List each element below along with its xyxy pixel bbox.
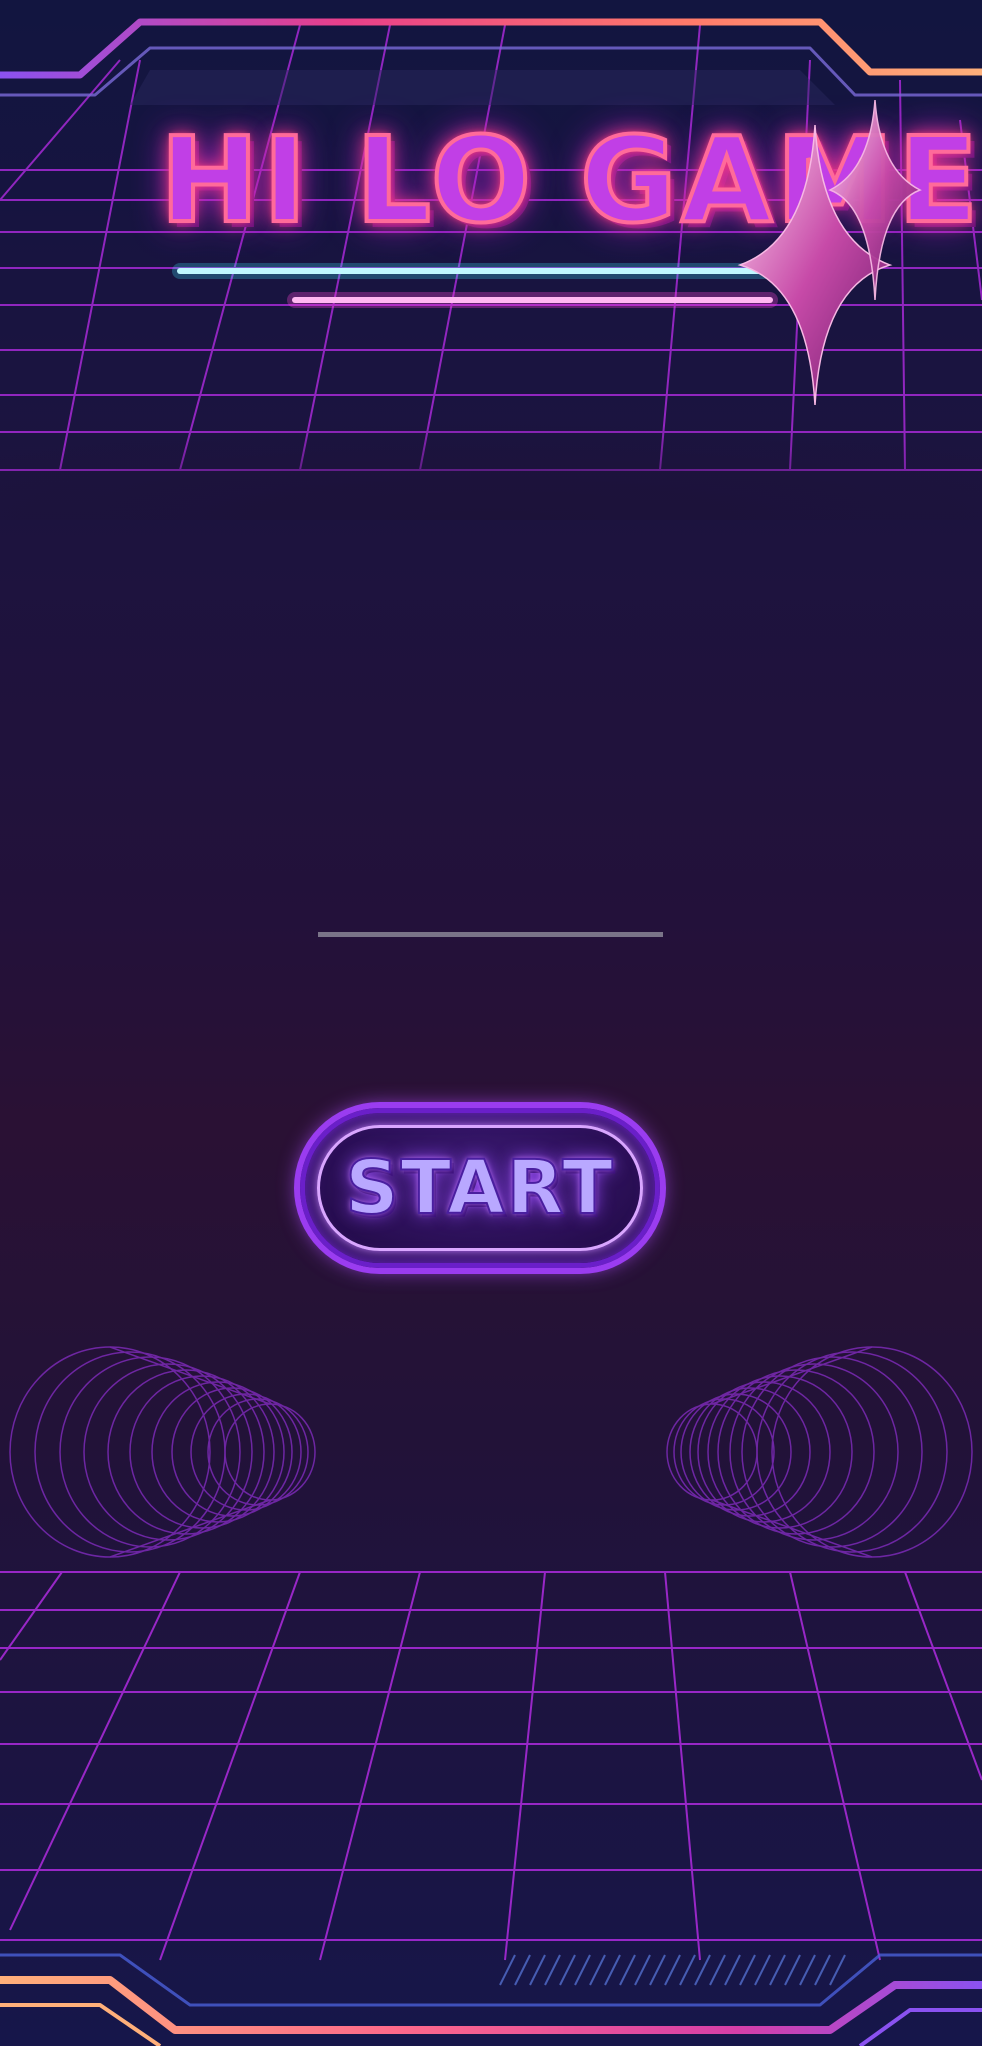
game-screen: HI LO GAME START [0, 0, 982, 2046]
speaker-rings-right [666, 1346, 973, 1558]
floor-grid [0, 1571, 982, 1961]
loading-progress-bar [318, 932, 663, 937]
bottom-frame [0, 1953, 982, 2046]
top-frame [0, 18, 982, 105]
speaker-rings-left [9, 1346, 316, 1558]
start-button[interactable]: START [300, 1108, 660, 1268]
hatch-marks [499, 1954, 846, 1986]
start-button-label: START [344, 1144, 615, 1232]
game-title: HI LO GAME [158, 109, 982, 251]
loading-progress-fill [318, 932, 663, 937]
sparkle-icon [737, 99, 922, 406]
